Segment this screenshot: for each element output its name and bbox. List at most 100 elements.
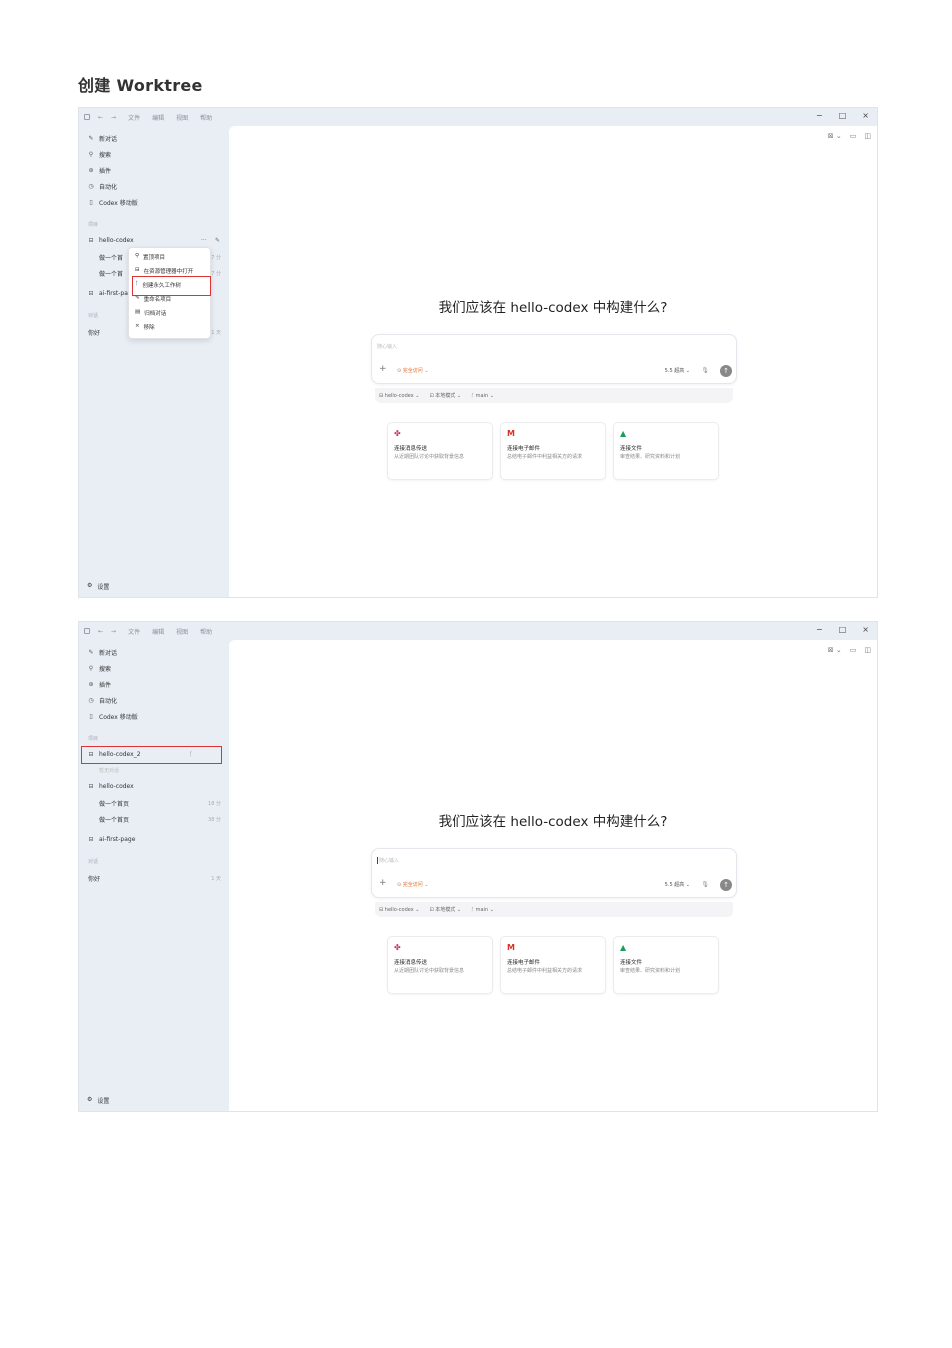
text-cursor	[377, 857, 378, 864]
terminal-icon[interactable]: ▭	[850, 132, 857, 140]
project-ai-first-page[interactable]: ⊟ ai-first-page	[87, 836, 135, 843]
new-chat-in-project-icon[interactable]: ✎	[215, 237, 220, 244]
sidebar-item-plugins[interactable]: ⊛ 插件	[87, 166, 111, 175]
microphone-icon[interactable]: 🎙	[701, 367, 709, 374]
branch-dropdown[interactable]: ᚴ main ⌄	[471, 907, 494, 913]
menu-item-open-in-explorer[interactable]: ⊟ 在资源管理器中打开	[135, 267, 193, 275]
card-connect-messaging[interactable]: ✤ 连接消息传送 从近期团队讨论中获取背景信息	[387, 422, 493, 480]
new-chat-icon: ✎	[88, 649, 94, 656]
branch-dropdown[interactable]: ᚴ main ⌄	[471, 393, 494, 399]
model-dropdown[interactable]: 5.5 超高 ⌄	[665, 881, 690, 888]
chat-row[interactable]: 做一个首页	[99, 815, 129, 824]
composer[interactable]: 随心输入 + ⊙ 完全访问 ⌄ 5.5 超高 ⌄ 🎙 ↑	[371, 848, 737, 898]
chat-row[interactable]: 你好	[88, 328, 100, 337]
settings-button[interactable]: ⚙ 设置	[87, 1096, 109, 1105]
main-panel: ⊠ ⌄ ▭ ◫ 我们应该在 hello-codex 中构建什么? 随心输入 + …	[229, 126, 877, 597]
menu-view[interactable]: 视图	[176, 113, 188, 122]
menu-file[interactable]: 文件	[128, 627, 140, 636]
sidebar-item-mobile[interactable]: ▯ Codex 移动版	[87, 712, 137, 721]
forward-button[interactable]: →	[111, 114, 116, 121]
highlight-box	[81, 746, 222, 764]
close-button[interactable]: ×	[862, 111, 869, 120]
access-dropdown[interactable]: ⊙ 完全访问 ⌄	[397, 881, 429, 888]
folder-icon: ⊟	[88, 783, 94, 790]
chats-header: 对话	[88, 859, 99, 865]
sidebar-item-plugins[interactable]: ⊛ 插件	[87, 680, 111, 689]
project-hello-codex[interactable]: ⊟ hello-codex	[87, 237, 133, 244]
maximize-button[interactable]: □	[839, 111, 847, 120]
sidebar-item-new-chat[interactable]: ✎ 新对话	[87, 134, 117, 143]
environment-dropdown[interactable]: ⊠ ⌄	[828, 646, 842, 654]
project-dropdown[interactable]: ⊟ hello-codex ⌄	[379, 907, 419, 913]
project-ai-first-page[interactable]: ⊟ ai-first-pa	[87, 290, 127, 297]
minimize-button[interactable]: −	[816, 625, 823, 634]
sidebar-item-search[interactable]: ⚲ 搜索	[87, 150, 111, 159]
settings-button[interactable]: ⚙ 设置	[87, 582, 109, 591]
menu-help[interactable]: 帮助	[200, 113, 212, 122]
back-button[interactable]: ←	[98, 628, 103, 635]
prompt-input[interactable]: 随心输入	[377, 857, 399, 864]
card-connect-files[interactable]: ▲ 连接文件 审查结果、研究资料和计划	[613, 422, 719, 480]
panel-toggle-icon[interactable]: ◫	[864, 646, 871, 654]
chat-row[interactable]: 做一个首页	[99, 799, 129, 808]
card-connect-files[interactable]: ▲ 连接文件 审查结果、研究资料和计划	[613, 936, 719, 994]
chat-row[interactable]: 做一个首	[99, 269, 123, 278]
card-connect-email[interactable]: M 连接电子邮件 总结电子邮件中利益相关方的请求	[500, 422, 606, 480]
card-connect-messaging[interactable]: ✤ 连接消息传送 从近期团队讨论中获取背景信息	[387, 936, 493, 994]
composer-toolbar: ⊟ hello-codex ⌄ ⊡ 本地模式 ⌄ ᚴ main ⌄	[375, 902, 733, 917]
document-title: 创建 Worktree	[78, 76, 203, 95]
projects-header: 项目	[88, 222, 99, 228]
menu-view[interactable]: 视图	[176, 627, 188, 636]
send-button[interactable]: ↑	[720, 365, 732, 377]
prompt-input[interactable]: 随心输入	[377, 343, 397, 350]
project-hello-codex[interactable]: ⊟ hello-codex	[87, 783, 133, 790]
mode-dropdown[interactable]: ⊡ 本地模式 ⌄	[429, 392, 461, 399]
page-heading: 我们应该在 hello-codex 中构建什么?	[438, 814, 668, 830]
more-icon[interactable]: ···	[201, 237, 207, 244]
menu-item-remove[interactable]: × 移除	[135, 323, 155, 331]
chat-row[interactable]: 做一个首	[99, 253, 123, 262]
microphone-icon[interactable]: 🎙	[701, 881, 709, 888]
sidebar-item-mobile[interactable]: ▯ Codex 移动版	[87, 198, 137, 207]
archive-icon: ▤	[135, 309, 141, 315]
terminal-icon[interactable]: ▭	[850, 646, 857, 654]
add-button[interactable]: +	[379, 878, 387, 888]
menu-item-archive-chats[interactable]: ▤ 归档对话	[135, 309, 166, 317]
gmail-icon: M	[507, 429, 515, 438]
composer[interactable]: 随心输入 + ⊙ 完全访问 ⌄ 5.5 超高 ⌄ 🎙 ↑	[371, 334, 737, 384]
folder-icon: ⊟	[88, 836, 94, 843]
sidebar-item-automation[interactable]: ◷ 自动化	[87, 182, 117, 191]
access-dropdown[interactable]: ⊙ 完全访问 ⌄	[397, 367, 429, 374]
model-dropdown[interactable]: 5.5 超高 ⌄	[665, 367, 690, 374]
card-connect-email[interactable]: M 连接电子邮件 总结电子邮件中利益相关方的请求	[500, 936, 606, 994]
sidebar-item-new-chat[interactable]: ✎ 新对话	[87, 648, 117, 657]
minimize-button[interactable]: −	[816, 111, 823, 120]
chat-row-time: 1 天	[211, 330, 221, 336]
forward-button[interactable]: →	[111, 628, 116, 635]
back-button[interactable]: ←	[98, 114, 103, 121]
search-icon: ⚲	[88, 665, 94, 672]
sidebar-item-search[interactable]: ⚲ 搜索	[87, 664, 111, 673]
panel-toggle-icon[interactable]: ◫	[864, 132, 871, 140]
menu-item-rename-project[interactable]: ✎ 重命名项目	[135, 295, 171, 303]
sidebar-toggle-icon[interactable]	[84, 114, 90, 120]
menu-edit[interactable]: 编辑	[152, 627, 164, 636]
menu-file[interactable]: 文件	[128, 113, 140, 122]
sidebar-item-automation[interactable]: ◷ 自动化	[87, 696, 117, 705]
maximize-button[interactable]: □	[839, 625, 847, 634]
project-dropdown[interactable]: ⊟ hello-codex ⌄	[379, 393, 419, 399]
close-button[interactable]: ×	[862, 625, 869, 634]
drive-icon: ▲	[620, 429, 627, 438]
gmail-icon: M	[507, 943, 515, 952]
menu-item-pin-project[interactable]: ⚲ 置顶项目	[135, 253, 165, 261]
chat-row-time: 7 分	[211, 255, 221, 261]
menu-help[interactable]: 帮助	[200, 627, 212, 636]
main-panel: ⊠ ⌄ ▭ ◫ 我们应该在 hello-codex 中构建什么? 随心输入 + …	[229, 640, 877, 1111]
mode-dropdown[interactable]: ⊡ 本地模式 ⌄	[429, 906, 461, 913]
send-button[interactable]: ↑	[720, 879, 732, 891]
chat-row[interactable]: 你好	[88, 874, 100, 883]
add-button[interactable]: +	[379, 364, 387, 374]
menu-edit[interactable]: 编辑	[152, 113, 164, 122]
environment-dropdown[interactable]: ⊠ ⌄	[828, 132, 842, 140]
sidebar-toggle-icon[interactable]	[84, 628, 90, 634]
